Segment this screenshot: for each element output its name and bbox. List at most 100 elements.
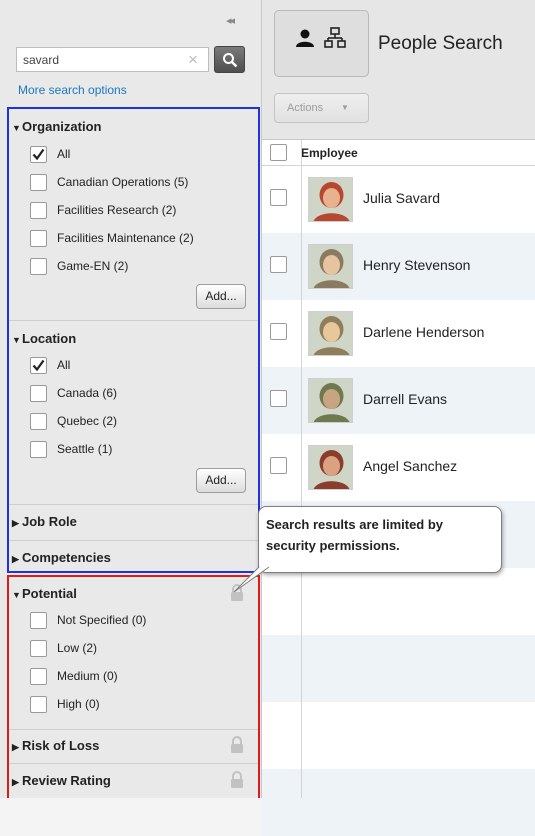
employee-name[interactable]: Julia Savard <box>363 190 440 206</box>
location-checkbox[interactable] <box>30 413 47 430</box>
collapse-panel-icon[interactable]: ◂◂ <box>226 14 235 27</box>
location-option-label: Quebec (2) <box>57 414 118 428</box>
section-title: Risk of Loss <box>22 738 100 753</box>
divider <box>8 576 258 577</box>
potential-option-label: High (0) <box>57 697 100 711</box>
section-competencies[interactable]: ▶ Competencies <box>12 550 111 565</box>
profile-photo-icon <box>309 379 352 422</box>
table-row[interactable]: Darlene Henderson <box>262 300 535 367</box>
profile-photo-icon <box>309 446 352 489</box>
avatar[interactable] <box>308 244 353 289</box>
security-tooltip: Search results are limited by security p… <box>258 506 502 573</box>
person-icon[interactable] <box>295 28 315 48</box>
section-title: Competencies <box>22 550 111 565</box>
search-button[interactable] <box>214 46 245 73</box>
empty-row <box>262 769 535 836</box>
more-search-options-link[interactable]: More search options <box>18 83 127 97</box>
section-title: Location <box>22 331 77 346</box>
results-panel: People Search Actions ▼ Employee Julia S… <box>262 0 535 836</box>
potential-checkbox[interactable] <box>30 668 47 685</box>
employee-name[interactable]: Darlene Henderson <box>363 324 484 340</box>
collapsed-arrow-icon: ▶ <box>12 518 19 528</box>
column-divider <box>301 140 302 798</box>
lock-icon <box>231 736 243 753</box>
employee-name[interactable]: Angel Sanchez <box>363 458 457 474</box>
organization-add-button[interactable]: Add... <box>196 284 246 309</box>
profile-photo-icon <box>309 312 352 355</box>
section-review-rating[interactable]: ▶ Review Rating <box>12 773 111 788</box>
section-potential[interactable]: ▼Potential <box>12 586 77 601</box>
table-row[interactable]: Henry Stevenson <box>262 233 535 300</box>
row-checkbox[interactable] <box>270 256 287 273</box>
employee-name[interactable]: Henry Stevenson <box>363 257 470 273</box>
divider <box>8 540 258 541</box>
avatar[interactable] <box>308 311 353 356</box>
collapsed-arrow-icon: ▶ <box>12 777 19 787</box>
avatar[interactable] <box>308 177 353 222</box>
empty-row <box>262 702 535 769</box>
row-checkbox[interactable] <box>270 390 287 407</box>
organization-option-label: Game-EN (2) <box>57 259 129 273</box>
expanded-arrow-icon: ▼ <box>12 123 21 133</box>
organization-option-label: Canadian Operations (5) <box>57 175 189 189</box>
actions-dropdown[interactable]: Actions ▼ <box>274 93 369 123</box>
section-organization[interactable]: ▼Organization <box>12 119 101 134</box>
location-checkbox[interactable] <box>30 441 47 458</box>
clear-search-icon[interactable]: × <box>182 47 204 72</box>
section-title: Potential <box>22 586 77 601</box>
location-option-label: All <box>57 358 71 372</box>
potential-checkbox[interactable] <box>30 640 47 657</box>
row-checkbox[interactable] <box>270 457 287 474</box>
organization-checkbox[interactable] <box>30 258 47 275</box>
org-chart-icon[interactable] <box>324 27 346 49</box>
table-row[interactable]: Julia Savard <box>262 166 535 233</box>
collapsed-arrow-icon: ▶ <box>12 554 19 564</box>
dropdown-arrow-icon: ▼ <box>341 103 349 112</box>
organization-checkbox[interactable] <box>30 146 47 163</box>
avatar[interactable] <box>308 445 353 490</box>
potential-checkbox[interactable] <box>30 612 47 629</box>
organization-checkbox[interactable] <box>30 230 47 247</box>
expanded-arrow-icon: ▼ <box>12 335 21 345</box>
potential-checkbox[interactable] <box>30 696 47 713</box>
check-icon <box>32 359 45 372</box>
empty-row <box>262 568 535 635</box>
section-location[interactable]: ▼Location <box>12 331 76 346</box>
search-icon <box>223 53 238 68</box>
potential-option-label: Not Specified (0) <box>57 613 147 627</box>
organization-option-label: Facilities Research (2) <box>57 203 177 217</box>
table-row[interactable]: Darrell Evans <box>262 367 535 434</box>
view-toggle[interactable] <box>274 10 369 77</box>
avatar[interactable] <box>308 378 353 423</box>
organization-checkbox[interactable] <box>30 174 47 191</box>
table-header: Employee <box>262 141 535 166</box>
row-checkbox[interactable] <box>270 323 287 340</box>
tooltip-pointer <box>233 566 270 593</box>
organization-checkbox[interactable] <box>30 202 47 219</box>
location-option-label: Seattle (1) <box>57 442 113 456</box>
potential-option-label: Medium (0) <box>57 669 118 683</box>
location-checkbox[interactable] <box>30 385 47 402</box>
highlight-box-red <box>7 575 260 798</box>
organization-option-label: All <box>57 147 71 161</box>
table-row[interactable]: Angel Sanchez <box>262 434 535 501</box>
section-risk-of-loss[interactable]: ▶ Risk of Loss <box>12 738 99 753</box>
employee-name[interactable]: Darrell Evans <box>363 391 447 407</box>
location-add-button[interactable]: Add... <box>196 468 246 493</box>
row-checkbox[interactable] <box>270 189 287 206</box>
section-job-role[interactable]: ▶ Job Role <box>12 514 77 529</box>
potential-option-label: Low (2) <box>57 641 98 655</box>
location-option-label: Canada (6) <box>57 386 118 400</box>
profile-photo-icon <box>309 245 352 288</box>
search-input[interactable] <box>16 47 209 72</box>
empty-row <box>262 635 535 702</box>
results-header: People Search Actions ▼ <box>262 0 535 140</box>
employee-column-header[interactable]: Employee <box>301 146 358 160</box>
section-title: Organization <box>22 119 102 134</box>
collapsed-arrow-icon: ▶ <box>12 742 19 752</box>
location-checkbox[interactable] <box>30 357 47 374</box>
filter-panel: ◂◂ × More search options ▼Organization A… <box>0 0 262 798</box>
section-title: Review Rating <box>22 773 111 788</box>
divider <box>8 320 258 321</box>
select-all-checkbox[interactable] <box>270 144 287 161</box>
